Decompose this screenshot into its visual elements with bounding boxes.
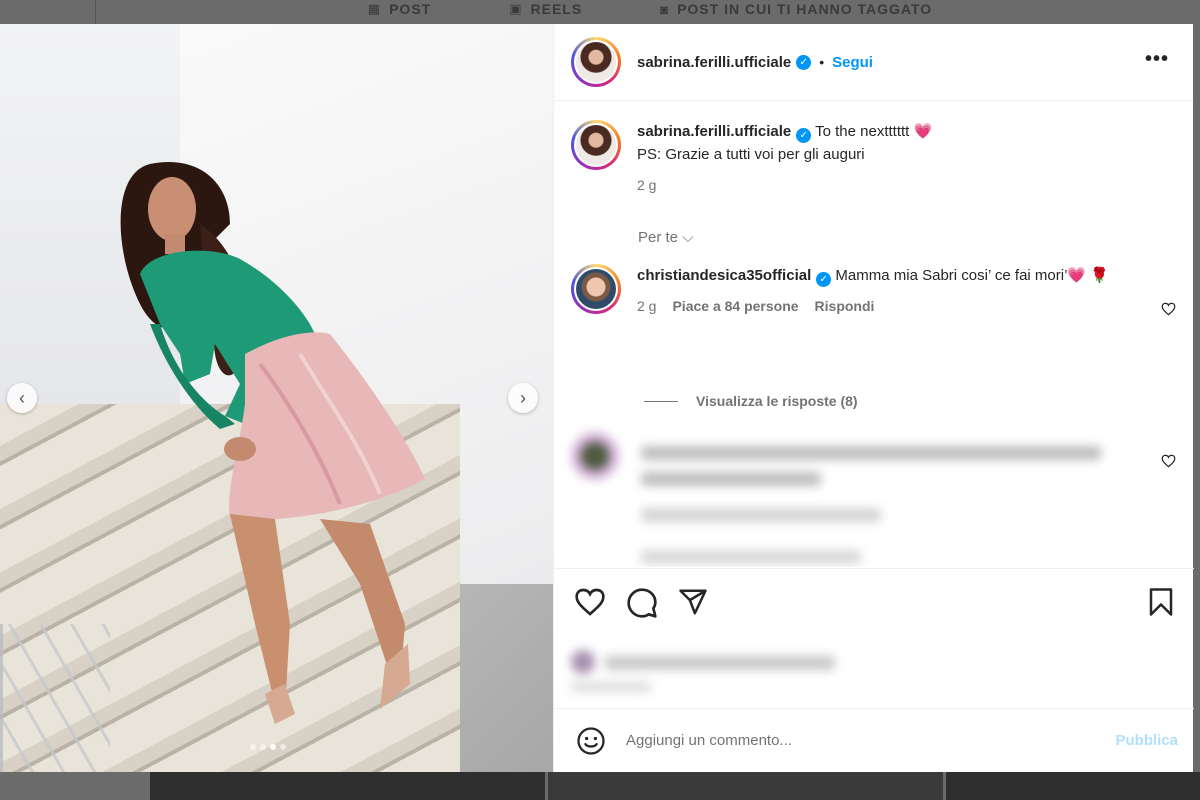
previous-arrow-icon[interactable]: ‹: [7, 383, 37, 413]
next-arrow-icon[interactable]: ›: [508, 383, 538, 413]
divider: [644, 400, 678, 402]
emoji-smiley-icon[interactable]: [576, 726, 606, 756]
grid-thumbnail[interactable]: [946, 772, 1200, 800]
reply-button[interactable]: Rispondi: [815, 295, 875, 318]
comment-text: Mamma mia Sabri cosi’ ce fai mori’: [835, 267, 1068, 284]
comment-item: christiandesica35official ✓ Mamma mia Sab…: [571, 264, 1147, 318]
view-replies-button[interactable]: Visualizza le risposte (8): [644, 393, 858, 409]
post-actions: [554, 568, 1194, 638]
carousel-dot: [250, 744, 256, 750]
sort-label: Per te: [638, 229, 679, 246]
profile-tabs: ▦ POST ▣ REELS ◙ POST IN CUI TI HANNO TA…: [0, 0, 1200, 24]
heart-emoji: 💗: [913, 123, 933, 140]
add-comment-bar: Aggiungi un commento... Pubblica: [554, 708, 1194, 772]
tab-tagged[interactable]: ◙ POST IN CUI TI HANNO TAGGATO: [660, 0, 932, 24]
post-header: sabrina.ferilli.ufficiale ✓ • Segui •••: [554, 24, 1193, 101]
author-avatar[interactable]: [571, 37, 621, 87]
comment-author[interactable]: christiandesica35official: [637, 267, 811, 284]
verified-badge-icon: ✓: [796, 54, 812, 70]
grid-thumbnail[interactable]: [548, 772, 943, 800]
tagged-icon: ◙: [660, 1, 670, 17]
comment-icon[interactable]: [626, 587, 658, 619]
caption: sabrina.ferilli.ufficiale ✓ To the nexttt…: [571, 120, 1147, 197]
post-details-panel: sabrina.ferilli.ufficiale ✓ • Segui ••• …: [553, 24, 1194, 772]
tab-post[interactable]: ▦ POST: [368, 0, 431, 24]
more-options-icon[interactable]: •••: [1145, 48, 1169, 71]
comment-meta: 2 g Piace a 84 persone Rispondi: [637, 295, 1147, 318]
chevron-down-icon: ⌵: [682, 229, 694, 246]
blurred-likes: [571, 644, 871, 694]
author-avatar[interactable]: [571, 120, 621, 170]
comments-section[interactable]: sabrina.ferilli.ufficiale ✓ To the nexttt…: [554, 102, 1194, 567]
caption-text-line2: PS: Grazie a tutti voi per gli auguri: [637, 146, 865, 163]
grid-thumbnail[interactable]: [150, 772, 545, 800]
caption-text: To the nextttttt: [815, 123, 910, 140]
verified-badge-icon: ✓: [796, 128, 812, 143]
share-send-icon[interactable]: [678, 587, 708, 617]
carousel-dot: [280, 744, 286, 750]
comment-emoji: 💗 🌹: [1067, 267, 1109, 284]
author-username[interactable]: sabrina.ferilli.ufficiale: [637, 54, 791, 71]
like-comment-heart-icon[interactable]: [1161, 302, 1176, 316]
carousel-dot: [260, 744, 266, 750]
bookmark-save-icon[interactable]: [1148, 587, 1174, 617]
caption-meta: 2 g: [637, 174, 1147, 197]
sort-dropdown[interactable]: Per te ⌵: [638, 229, 694, 246]
verified-badge-icon: ✓: [816, 272, 832, 287]
carousel-dot-active: [270, 744, 276, 750]
comment-input[interactable]: Aggiungi un commento...: [626, 732, 792, 749]
grid-icon: ▦: [367, 1, 382, 16]
reels-icon: ▣: [509, 1, 523, 16]
post-modal: ‹ › sabrina.ferilli.ufficiale ✓ • Segui …: [0, 24, 1194, 772]
comment-likes[interactable]: Piace a 84 persone: [672, 295, 798, 318]
commenter-avatar[interactable]: [571, 264, 621, 314]
caption-time[interactable]: 2 g: [637, 174, 656, 197]
woman-photo: [120, 162, 425, 724]
publish-button[interactable]: Pubblica: [1115, 732, 1178, 749]
follow-button[interactable]: Segui: [832, 54, 873, 71]
like-heart-icon[interactable]: [574, 587, 606, 617]
like-comment-heart-icon[interactable]: [1161, 454, 1176, 468]
carousel-dots: [250, 744, 286, 750]
tab-reels[interactable]: ▣ REELS: [509, 0, 582, 24]
separator: •: [819, 54, 825, 70]
comment-time[interactable]: 2 g: [637, 295, 656, 318]
post-media[interactable]: ‹ ›: [0, 24, 553, 772]
caption-author[interactable]: sabrina.ferilli.ufficiale: [637, 123, 791, 140]
blurred-comment: [571, 432, 1131, 567]
